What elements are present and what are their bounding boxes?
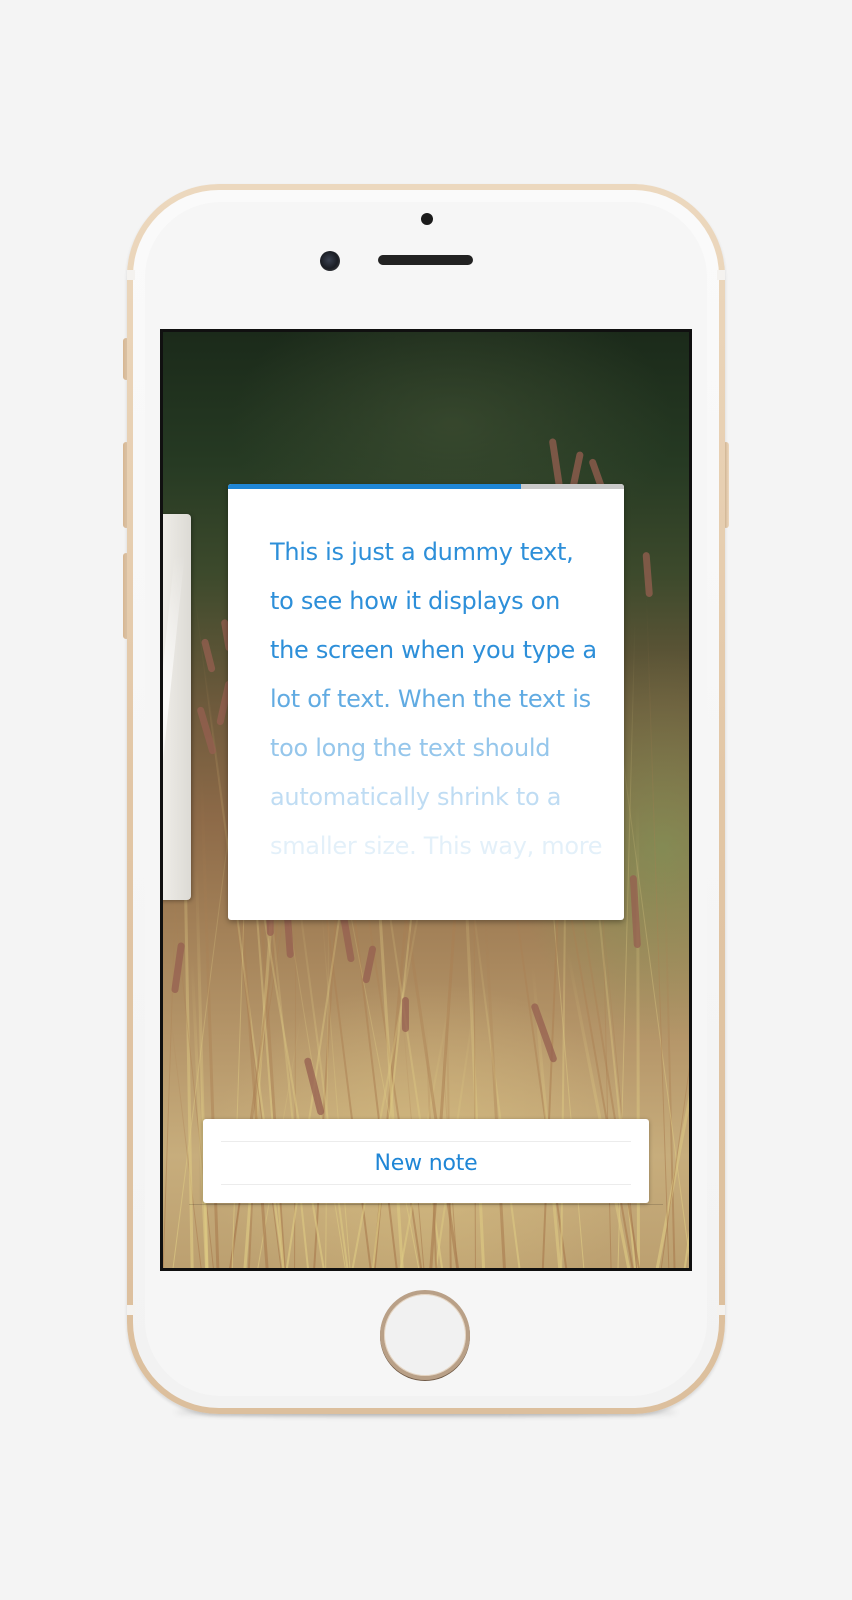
note-progress-fill: [228, 484, 522, 489]
grass-seed-head: [548, 438, 563, 488]
note-line: lot of text. When the text is: [270, 685, 591, 713]
note-line: too long the text should: [270, 734, 551, 762]
note-line: automatically shrink to a: [270, 783, 562, 811]
grass-seed-head: [401, 996, 409, 1033]
note-line: to see how it displays on: [270, 587, 560, 615]
note-line: the screen when you type a: [270, 636, 597, 664]
antenna-line-top-left: [127, 270, 135, 280]
grass-seed-head: [642, 551, 653, 598]
home-button[interactable]: [380, 1290, 470, 1380]
grass-blade: [482, 888, 507, 1268]
proximity-sensor: [421, 213, 433, 225]
divider: [189, 1204, 663, 1205]
new-note-label: New note: [374, 1150, 478, 1176]
note-card[interactable]: This is just a dummy text, to see how it…: [228, 484, 624, 920]
note-line: smaller size. This way, more: [270, 832, 603, 860]
device-mockup: This is just a dummy text, to see how it…: [0, 0, 852, 1600]
note-progress-track: [228, 484, 624, 489]
grass-blade: [681, 526, 689, 1268]
antenna-line-bottom-right: [717, 1305, 725, 1315]
previous-note-card[interactable]: [163, 514, 191, 900]
front-camera-icon: [320, 251, 340, 271]
note-line: This is just a dummy text,: [270, 538, 574, 566]
grass-blade: [469, 884, 523, 1268]
new-note-button[interactable]: New note: [203, 1119, 649, 1203]
phone-screen: This is just a dummy text, to see how it…: [160, 329, 692, 1271]
antenna-line-bottom-left: [127, 1305, 135, 1315]
grass-seed-head: [196, 706, 217, 755]
earpiece-speaker: [378, 255, 473, 265]
antenna-line-top-right: [717, 270, 725, 280]
note-text[interactable]: This is just a dummy text, to see how it…: [270, 528, 603, 871]
